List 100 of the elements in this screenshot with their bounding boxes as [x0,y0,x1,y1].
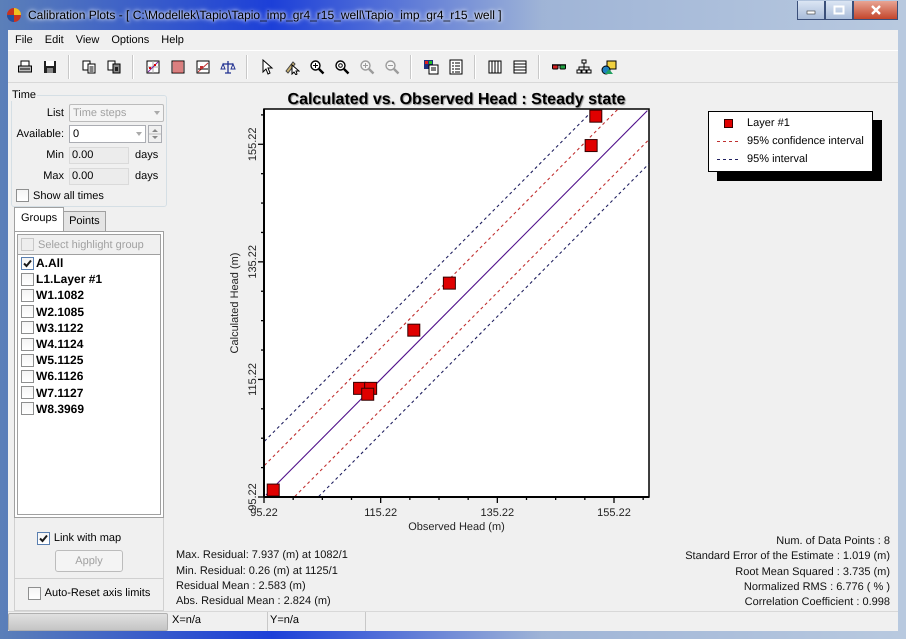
group-item[interactable]: W4.1124 [36,337,84,352]
palette-icon [422,58,438,74]
checkbox-label: Show all times [33,190,104,202]
data-point [407,324,420,337]
balance-icon [220,58,236,74]
list-icon [448,58,464,74]
zoom-in-icon [308,58,324,74]
group-item[interactable]: W5.1125 [36,353,84,368]
data-point [442,276,456,290]
statistic-text: Normalized RMS : 6.776 ( % ) [742,580,890,595]
menu-item[interactable]: Options [105,32,156,48]
chart-icon [170,58,186,74]
save-icon [42,58,58,74]
shapes-icon [600,58,616,74]
data-point [584,139,598,152]
caret-icon [133,130,145,138]
tick-label: 115.22 [364,507,398,519]
legend-label: 95% confidence interval [747,135,864,147]
data-point [361,388,374,401]
tick-label: 135.22 [480,507,514,519]
legend-label: 95% interval [747,153,808,165]
group-item[interactable]: W1.1082 [36,288,84,302]
statistic-text: Abs. Residual Mean : 2.824 (m) [176,594,332,610]
data-point [589,110,602,123]
checkbox[interactable] [21,305,34,318]
checkbox[interactable] [21,256,34,270]
legend-label: Layer #1 [747,117,790,129]
input-field[interactable]: 0.00 [69,146,129,164]
checkbox[interactable] [21,288,34,302]
checkbox[interactable] [21,386,34,400]
chart-icon [144,58,160,74]
checkbox-label: Link with map [54,532,122,544]
field-label: Min [45,149,65,161]
checkbox[interactable] [16,189,29,202]
menu-item[interactable]: File [9,32,39,48]
checkbox[interactable] [21,354,34,367]
checkbox[interactable] [28,586,41,600]
copy-chart-icon [106,58,122,74]
maximize-button[interactable] [825,0,853,20]
spin-button[interactable] [148,125,162,143]
checkbox[interactable] [21,370,34,383]
group-item[interactable]: W6.1126 [36,369,84,384]
close-button[interactable] [853,0,898,20]
input-field[interactable]: 0.00 [69,168,129,184]
field-label: Max [42,170,65,182]
group-item[interactable]: W3.1122 [36,320,84,335]
group-item[interactable]: L1.Layer #1 [36,272,102,286]
chart-title: Calculated vs. Observed Head : Steady state [288,91,626,108]
menu-item[interactable]: Help [155,32,190,48]
y-axis-label: Calculated Head (m) [229,252,241,354]
columns-icon [486,58,502,74]
data-point [266,484,280,497]
statistic-text: Residual Mean : 2.583 (m) [176,578,307,594]
group-item[interactable]: W7.1127 [36,386,84,400]
tick-label: 115.22 [247,363,259,396]
tab[interactable]: Points [63,211,106,231]
maximize-icon [833,4,845,14]
statistic-text: Num. of Data Points : 8 [775,534,890,549]
zoom-in-icon [358,58,374,74]
rows-icon [512,58,528,74]
statistic-text: Max. Residual: 7.937 (m) at 1082/1 [176,548,348,564]
checkbox[interactable] [21,321,34,334]
coordinate-readout: Y=n/a [268,612,366,631]
pointer-pencil-icon [284,58,300,74]
menu-item[interactable]: Edit [38,32,70,48]
menu-item[interactable]: View [70,32,106,48]
field-label: Available: [16,128,65,140]
zoom-out-icon [384,58,400,74]
app-icon [6,7,22,23]
statistic-text: Correlation Coefficient : 0.998 [744,595,890,610]
unit-label: days [135,170,158,182]
available-dropdown[interactable]: 0 [69,125,146,143]
unit-label: days [135,149,158,161]
statistic-text: Standard Error of the Estimate : 1.019 (m) [685,549,890,564]
copy-icon [80,58,96,74]
close-icon [870,4,882,14]
tab[interactable]: Groups [14,207,64,231]
statistic-text: Root Mean Squared : 3.735 (m) [734,564,890,580]
caret-icon [151,109,163,117]
zoom-icon [334,58,350,74]
group-item[interactable]: W8.3969 [36,402,84,416]
group-item[interactable]: W2.1085 [36,304,84,319]
checkbox[interactable] [21,402,34,416]
coordinate-readout: X=n/a [170,612,268,631]
printer-icon [16,58,32,74]
group-title: Time [11,89,38,101]
statistic-text: Min. Residual: 0.26 (m) at 1125/1 [176,564,339,579]
chart-icon [194,58,210,74]
checkbox[interactable] [36,532,50,545]
x-axis-label: Observed Head (m) [408,521,505,533]
window-title: Calibration Plots - [ C:\Modellek\Tapio\Tapio_imp_gr4_r15_well\Tapio_imp_gr4_r15_well ] [28,8,502,22]
tree-icon [576,58,592,74]
checkbox[interactable] [21,338,34,351]
checkbox-label: Select highlight group [38,238,144,250]
checkbox[interactable] [21,272,34,286]
group-item[interactable]: A.All [36,256,64,270]
minimize-button[interactable] [797,0,825,20]
tick-label: 155.22 [597,507,631,519]
tick-label: 135.22 [247,245,259,279]
checkbox-label: Auto-Reset axis limits [44,587,150,600]
